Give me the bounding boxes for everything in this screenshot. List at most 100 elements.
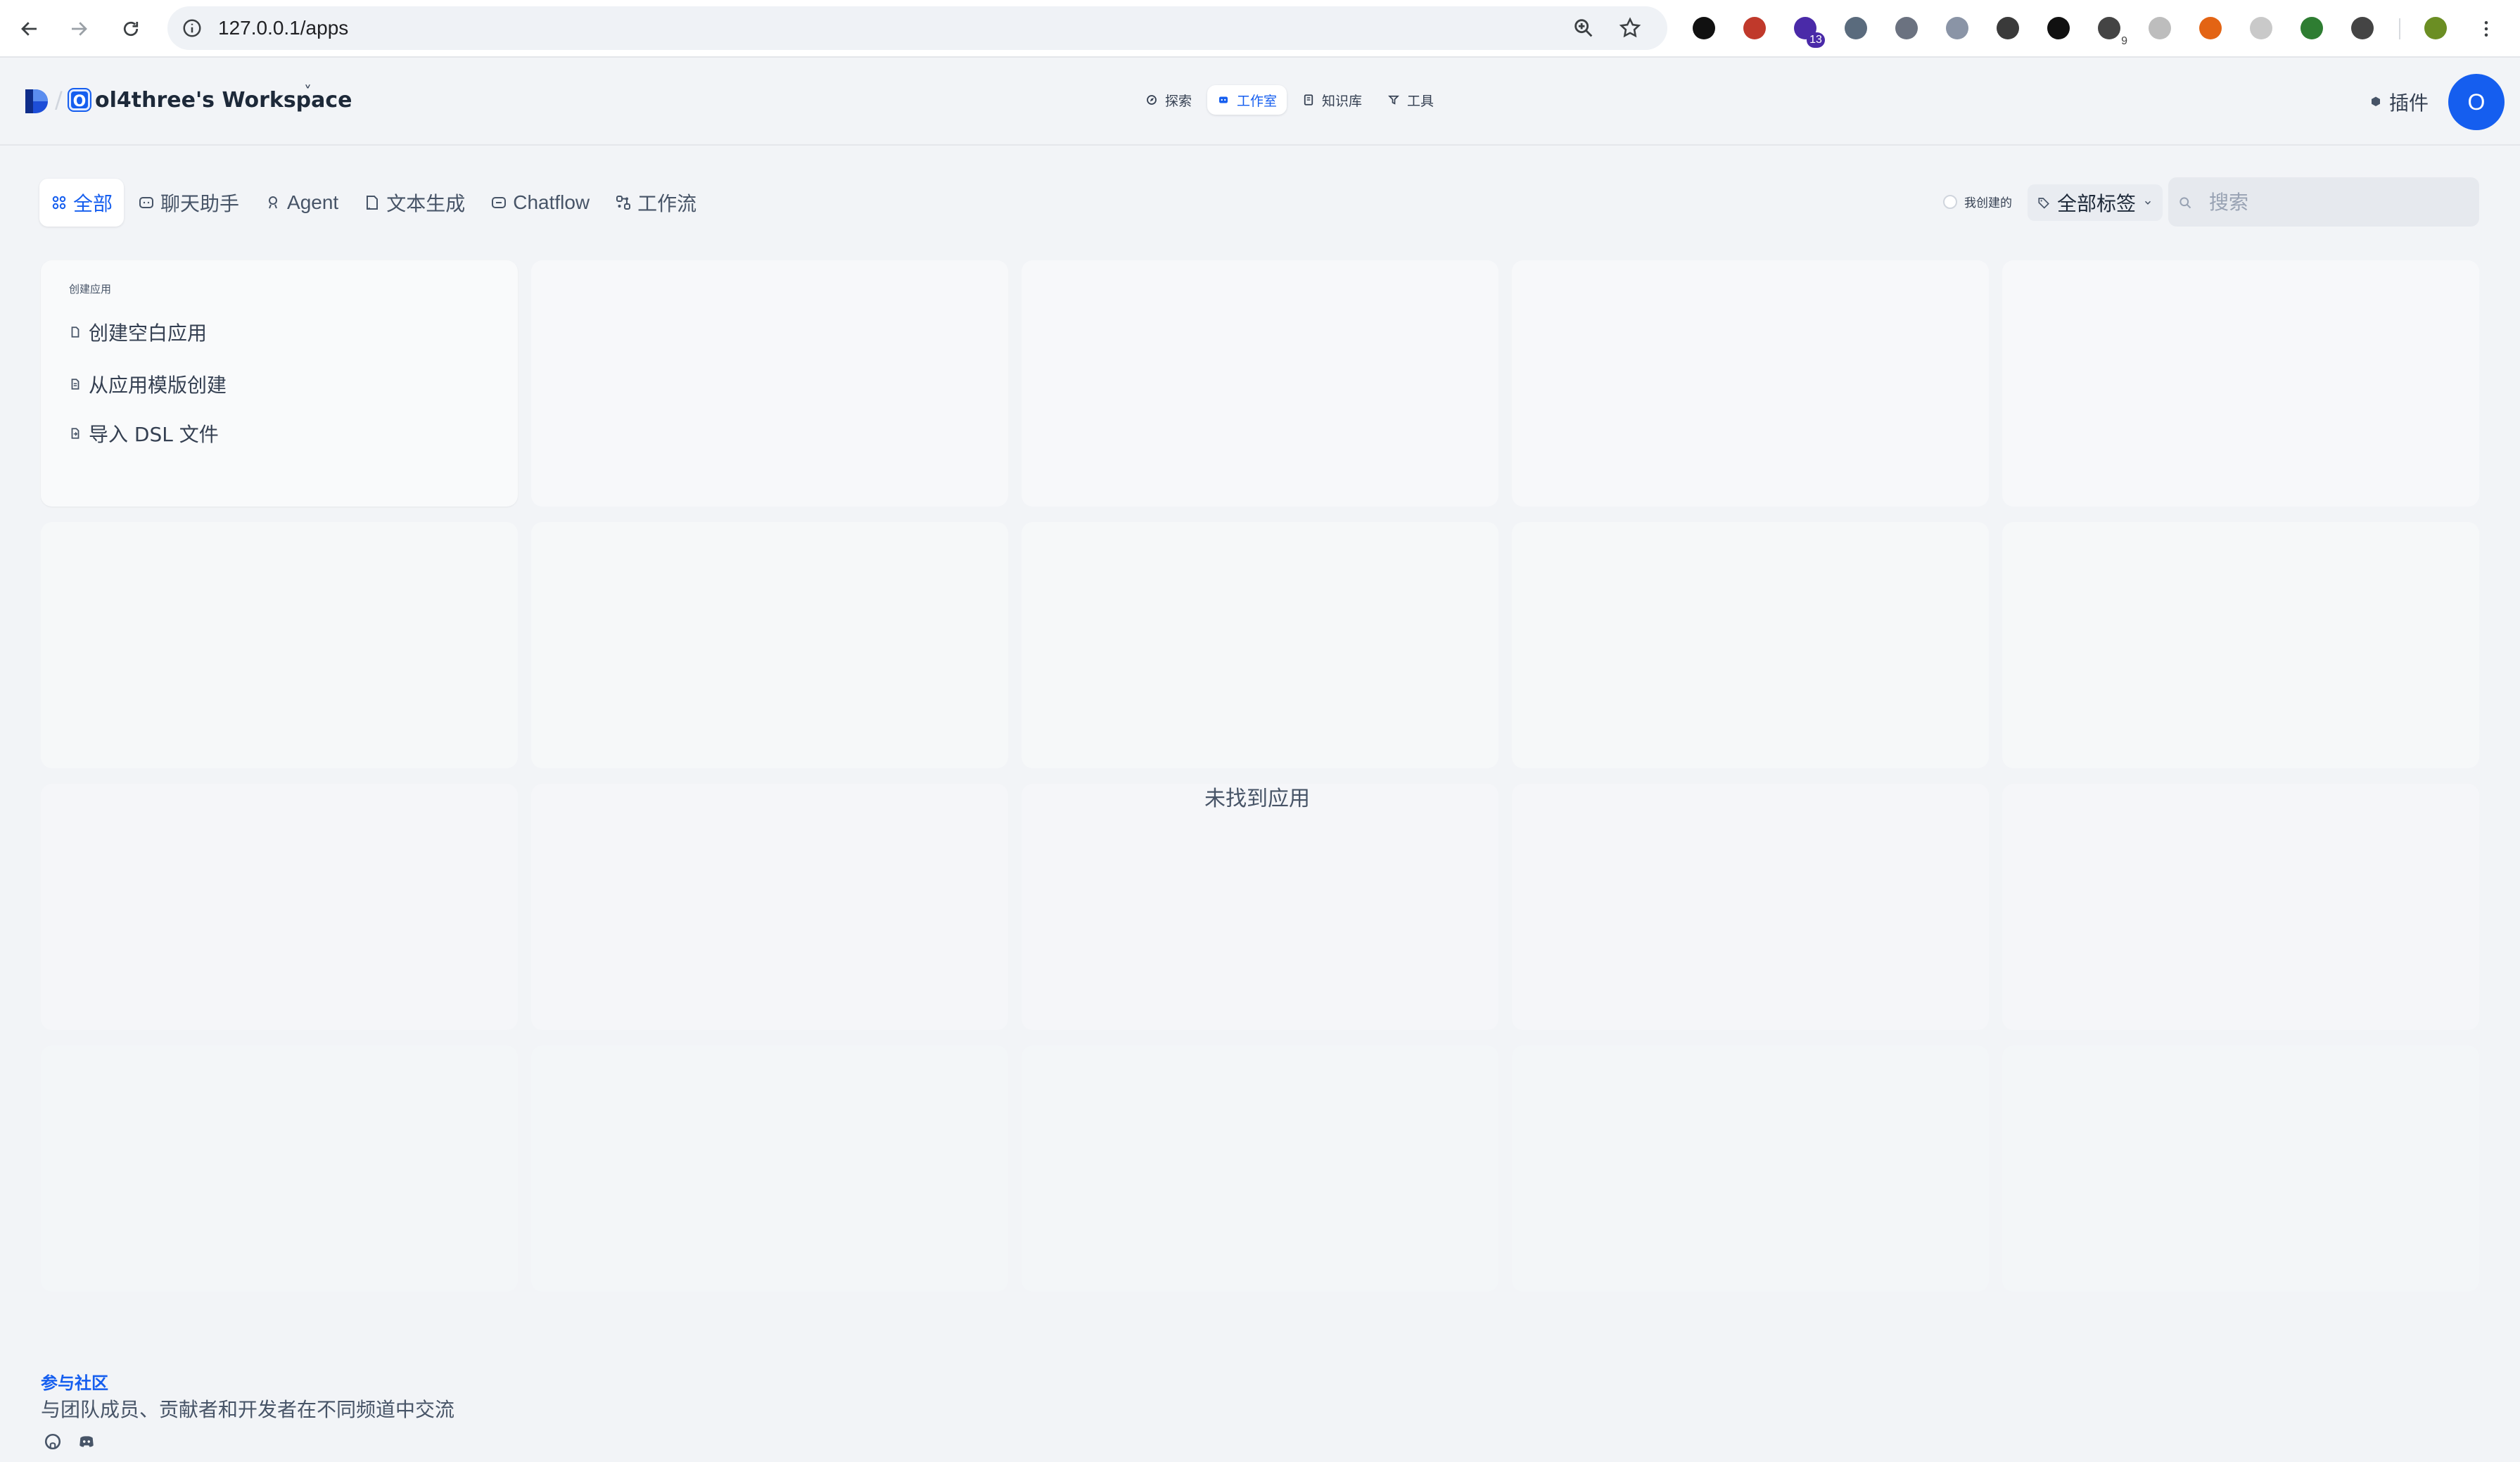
nav-knowledge-label: 知识库: [1322, 93, 1363, 109]
file-icon: [71, 326, 79, 338]
site-info-icon[interactable]: [182, 18, 203, 39]
main-nav: 探索 工作室 知识库 工具: [1135, 85, 1444, 115]
reload-icon: [123, 21, 139, 37]
satellite-icon: [1845, 17, 1867, 39]
app-type-tabs: 全部 聊天助手 Agent 文本生成 Chatflow 工作流: [39, 179, 708, 227]
tab-chat-assistant-label: 聊天助手: [160, 192, 240, 215]
user-avatar[interactable]: O: [2448, 74, 2505, 130]
app-card-placeholder: [531, 784, 1008, 1030]
tab-text-generation[interactable]: 文本生成: [352, 179, 476, 227]
extension-cookie[interactable]: [2195, 13, 2226, 44]
bookmark-star-icon[interactable]: [1618, 16, 1642, 40]
extension-satellite[interactable]: [1840, 13, 1871, 44]
tab-agent[interactable]: Agent: [253, 179, 350, 227]
browser-menu-button[interactable]: [2469, 12, 2503, 46]
tab-text-generation-label: 文本生成: [386, 192, 466, 215]
nav-knowledge[interactable]: 知识库: [1292, 85, 1372, 115]
created-by-me-toggle[interactable]: 我创建的: [1943, 193, 2012, 210]
create-from-template-button[interactable]: 从应用模版创建: [69, 370, 227, 398]
app-card-placeholder: [531, 1045, 1008, 1292]
search-input[interactable]: [2209, 177, 2469, 227]
template-icon: [71, 379, 79, 390]
create-blank-app-button[interactable]: 创建空白应用: [69, 318, 207, 346]
ip-light-icon: [2250, 17, 2272, 39]
app-card-placeholder: [41, 784, 518, 1030]
app-card-placeholder: [531, 522, 1008, 768]
tab-all[interactable]: 全部: [39, 179, 125, 227]
nav-explore-label: 探索: [1165, 93, 1192, 109]
import-file-icon: [71, 428, 79, 439]
create-app-card: 创建应用 创建空白应用 从应用模版创建 导入 DSL 文件: [41, 260, 518, 507]
extension-cap[interactable]: 13: [1790, 13, 1825, 48]
nav-tools-label: 工具: [1407, 93, 1434, 109]
workspace-avatar[interactable]: O: [69, 89, 90, 110]
app-card-placeholder: [1022, 260, 1498, 507]
tab-chatflow[interactable]: Chatflow: [479, 179, 601, 227]
workspace-chevron-icon[interactable]: ˅: [304, 84, 312, 101]
extension-link[interactable]: [1942, 13, 1973, 44]
reload-button[interactable]: [114, 12, 148, 46]
extension-puzzle[interactable]: [2347, 13, 2378, 44]
app-card-placeholder: [1512, 260, 1989, 507]
create-blank-app-label: 创建空白应用: [89, 322, 208, 345]
app-card-placeholder: [1022, 522, 1498, 768]
app-card-placeholder: [1022, 784, 1498, 1030]
create-app-title: 创建应用: [69, 283, 112, 295]
planet-icon: [1997, 17, 2019, 39]
tools-icon: [1388, 95, 1400, 105]
grid-icon: [52, 196, 66, 210]
extension-ip[interactable]: [1891, 13, 1922, 44]
discord-icon: [79, 1436, 94, 1447]
extension-circle-dark[interactable]: [1688, 13, 1719, 44]
extension-profile[interactable]: [2420, 13, 2451, 44]
nav-studio[interactable]: 工作室: [1207, 85, 1287, 115]
app-card-placeholder: [1022, 1045, 1498, 1292]
community-title: 参与社区: [41, 1373, 108, 1393]
app-card-placeholder: [41, 522, 518, 768]
tab-workflow[interactable]: 工作流: [604, 179, 708, 227]
search-box[interactable]: [2168, 177, 2479, 227]
notion-icon: [2047, 17, 2070, 39]
link-icon: [1946, 17, 1968, 39]
created-by-me-label: 我创建的: [1964, 196, 2012, 210]
toolbar-separator: [2399, 18, 2400, 39]
github-icon: [44, 1433, 61, 1450]
extension-refresh-green[interactable]: [2296, 13, 2327, 44]
tag-filter-label: 全部标签: [2057, 192, 2137, 215]
tab-chatflow-label: Chatflow: [513, 191, 590, 213]
forward-button[interactable]: [62, 12, 96, 46]
tab-chat-assistant[interactable]: 聊天助手: [127, 179, 250, 227]
import-dsl-button[interactable]: 导入 DSL 文件: [69, 419, 219, 447]
browser-toolbar: 127.0.0.1/apps 13 9: [0, 0, 2520, 58]
extension-ip-light[interactable]: [2246, 13, 2277, 44]
nav-tools[interactable]: 工具: [1377, 85, 1444, 115]
extension-glasses[interactable]: [1739, 13, 1770, 44]
discord-link[interactable]: [77, 1432, 96, 1451]
app-card-placeholder: [1512, 1045, 1989, 1292]
nav-explore[interactable]: 探索: [1135, 85, 1202, 115]
tag-icon: [2038, 198, 2049, 209]
dify-logo-icon[interactable]: [24, 88, 49, 115]
back-button[interactable]: [13, 12, 46, 46]
workspace-name[interactable]: ol4three's Workspace: [95, 88, 352, 113]
community-links: [44, 1432, 96, 1451]
extension-notion[interactable]: [2043, 13, 2074, 44]
extension-gear-grey[interactable]: [2144, 13, 2175, 44]
tab-agent-label: Agent: [287, 191, 339, 213]
app-card-placeholder: [1512, 784, 1989, 1030]
tab-all-label: 全部: [73, 192, 113, 215]
address-bar[interactable]: 127.0.0.1/apps: [167, 6, 1667, 50]
zoom-icon[interactable]: [1572, 16, 1596, 40]
knowledge-icon: [1304, 94, 1313, 106]
url-text[interactable]: 127.0.0.1/apps: [218, 15, 348, 42]
circle-dark-icon: [1693, 17, 1715, 39]
github-link[interactable]: [44, 1432, 62, 1451]
app-card-placeholder: [1512, 522, 1989, 768]
created-by-me-checkbox[interactable]: [1943, 194, 1957, 209]
extension-scan[interactable]: 9: [2094, 13, 2127, 47]
app-card-placeholder: [2002, 784, 2479, 1030]
plugins-button[interactable]: 插件: [2369, 88, 2429, 116]
extension-planet[interactable]: [1992, 13, 2023, 44]
breadcrumb-separator: /: [55, 87, 63, 113]
tag-filter-select[interactable]: 全部标签: [2028, 184, 2163, 221]
